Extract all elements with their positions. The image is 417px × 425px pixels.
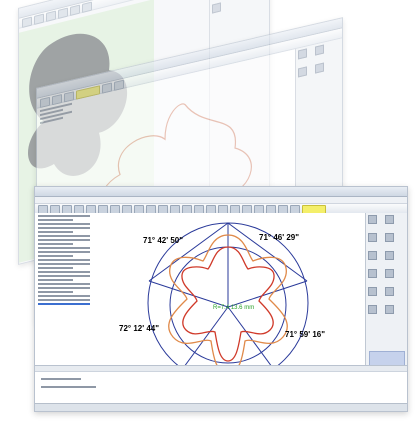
titlebar[interactable]: [35, 187, 407, 197]
layer-tree[interactable]: [35, 213, 94, 365]
toolbar-button-icon: [82, 1, 92, 14]
angle-label-top-right: 71° 46' 29": [259, 233, 299, 242]
property-tile-icon: [298, 48, 307, 60]
toolbar-button-icon: [46, 10, 56, 23]
toolbar-button-icon: [22, 16, 32, 29]
star-flower-drawing: 71° 42' 50" 71° 46' 29" 72° 12' 44" 71° …: [119, 222, 325, 384]
angle-label-top-left: 71° 42' 50": [143, 236, 183, 245]
toolbar-button-icon: [70, 4, 80, 17]
property-tile-icon[interactable]: [385, 305, 395, 314]
property-tile-icon[interactable]: [368, 215, 377, 224]
angle-label-bottom-left: 72° 12' 44": [119, 324, 159, 333]
output-panel-tabs[interactable]: [35, 366, 407, 372]
property-tile-icon: [315, 62, 325, 74]
property-tile-icon[interactable]: [368, 305, 377, 314]
main-cad-window: 71° 42' 50" 71° 46' 29" 72° 12' 44" 71° …: [34, 186, 408, 412]
property-tile-icon[interactable]: [385, 269, 395, 278]
property-tile-icon[interactable]: [385, 251, 395, 260]
property-tile-icon[interactable]: [368, 251, 377, 260]
status-bar: [35, 403, 407, 411]
angle-label-bottom-right: 71° 59' 16": [285, 330, 325, 339]
property-tile-icon[interactable]: [385, 233, 395, 242]
property-tile-icon[interactable]: [368, 233, 377, 242]
property-tile-icon[interactable]: [385, 287, 395, 296]
center-radius-label: R=7.4 13.6 mm: [213, 305, 254, 311]
property-tile-icon: [298, 66, 307, 78]
property-tile-icon: [315, 44, 325, 56]
toolbar-button-icon: [58, 7, 68, 20]
property-tile-icon[interactable]: [368, 269, 377, 278]
drawing-canvas[interactable]: 71° 42' 50" 71° 46' 29" 72° 12' 44" 71° …: [93, 213, 365, 384]
property-tile-icon[interactable]: [385, 215, 395, 224]
toolbar-button-icon: [34, 13, 44, 26]
properties-panel: [365, 213, 407, 379]
menu-bar[interactable]: [35, 197, 407, 204]
property-tile-icon: [212, 2, 221, 14]
output-panel: [35, 365, 407, 404]
property-tile-icon[interactable]: [368, 287, 377, 296]
